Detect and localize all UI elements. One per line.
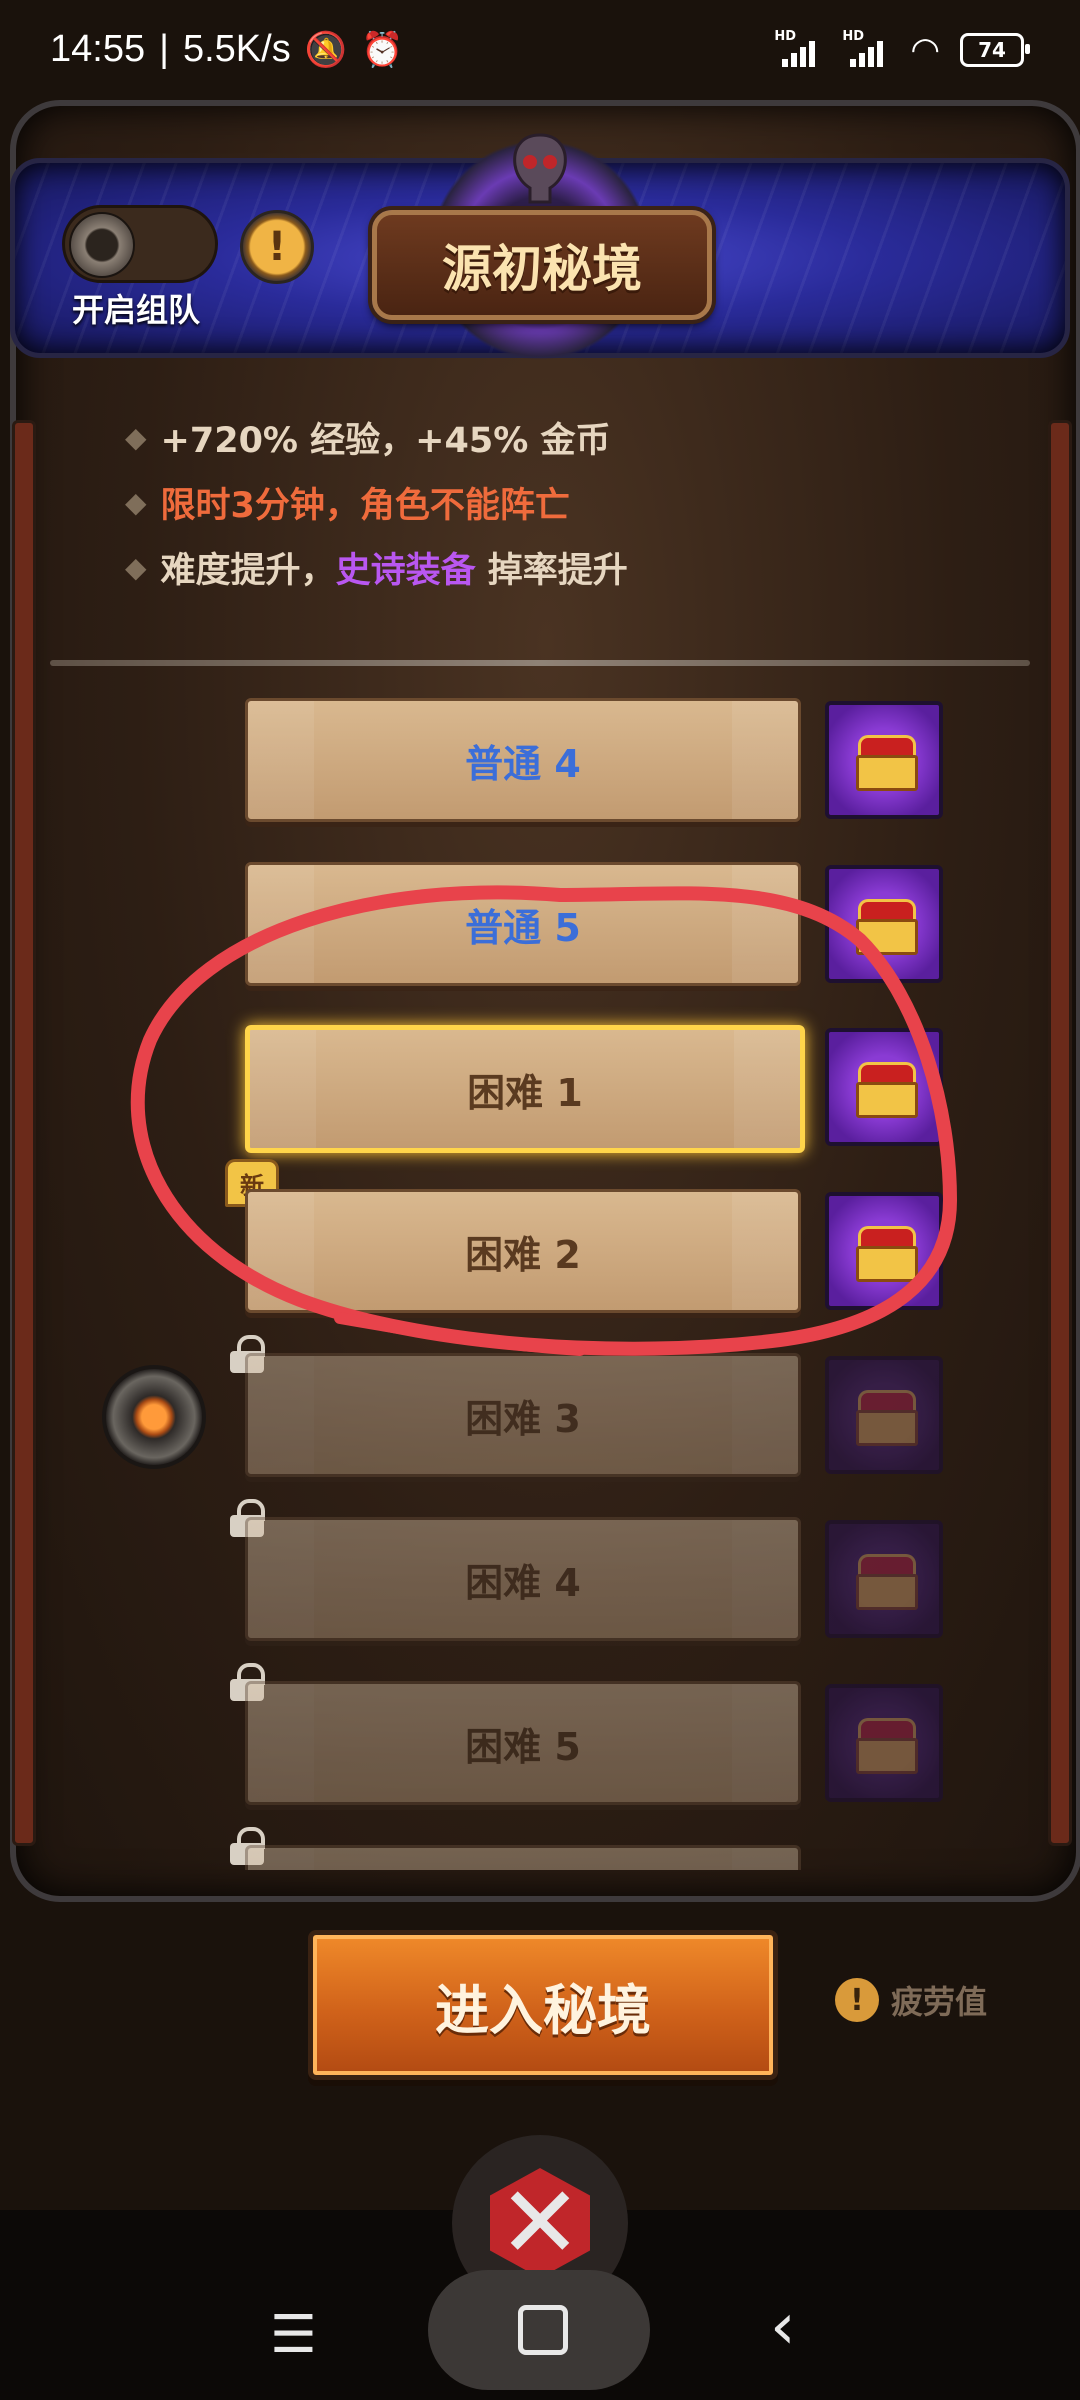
reward-chest-button[interactable] bbox=[825, 1684, 943, 1802]
stage-button-partial[interactable] bbox=[245, 1845, 801, 1870]
team-toggle[interactable] bbox=[62, 205, 218, 283]
team-toggle-label: 开启组队 bbox=[72, 291, 201, 329]
info-button[interactable]: ! bbox=[240, 210, 314, 284]
chest-icon bbox=[856, 1554, 918, 1610]
battery-icon: 74 bbox=[960, 33, 1030, 67]
net-speed: 5.5K/s bbox=[182, 28, 291, 70]
chest-icon bbox=[856, 735, 918, 791]
silent-bell-icon: 🔕 bbox=[304, 30, 348, 69]
stage-button-hard-3[interactable]: 困难 3 bbox=[245, 1353, 801, 1477]
right-border-strip bbox=[1048, 420, 1072, 1846]
reward-chest-button[interactable] bbox=[825, 865, 943, 983]
reward-chest-button[interactable] bbox=[825, 701, 943, 819]
reward-chest-button[interactable] bbox=[825, 1356, 943, 1474]
menu-icon[interactable]: ☰ bbox=[270, 2305, 317, 2365]
current-progress-marker-icon bbox=[102, 1365, 206, 1469]
signal-icon: HD bbox=[774, 29, 822, 67]
exclamation-icon: ! bbox=[267, 224, 287, 270]
diamond-bullet-icon: ◆ bbox=[125, 486, 147, 519]
chest-icon bbox=[856, 1390, 918, 1446]
stage-button-hard-4[interactable]: 困难 4 bbox=[245, 1517, 801, 1641]
left-border-strip bbox=[12, 420, 36, 1846]
chest-icon bbox=[856, 899, 918, 955]
diamond-bullet-icon: ◆ bbox=[125, 551, 147, 584]
bonus-line-time-limit: ◆ 限时3分钟，角色不能阵亡 bbox=[125, 486, 570, 526]
stage-list[interactable]: 普通 4 普通 5 困难 1 新 困难 2 困难 3 困难 4 困难 5 bbox=[40, 675, 1040, 1870]
bonus-line-drop: ◆ 难度提升，史诗装备 掉率提升 bbox=[125, 551, 628, 591]
chest-icon bbox=[856, 1062, 918, 1118]
reward-chest-button[interactable] bbox=[825, 1192, 943, 1310]
status-bar: 14:55 | 5.5K/s 🔕 ⏰ HD HD ◠ 74 bbox=[0, 0, 1080, 105]
enter-dungeon-button[interactable]: 进入秘境 bbox=[308, 1930, 778, 2080]
stage-button-normal-5[interactable]: 普通 5 bbox=[245, 862, 801, 986]
chest-icon bbox=[856, 1226, 918, 1282]
diamond-bullet-icon: ◆ bbox=[125, 421, 147, 454]
page-title: 源初秘境 bbox=[372, 210, 712, 320]
fatigue-label: 疲劳值 bbox=[891, 1983, 988, 2021]
signal-icon-2: HD bbox=[842, 29, 890, 67]
stage-button-hard-1[interactable]: 困难 1 bbox=[245, 1025, 805, 1153]
stage-button-hard-2[interactable]: 困难 2 bbox=[245, 1189, 801, 1313]
divider bbox=[50, 660, 1030, 666]
chest-icon bbox=[856, 1718, 918, 1774]
clock: 14:55 bbox=[50, 28, 146, 70]
reward-chest-button[interactable] bbox=[825, 1520, 943, 1638]
bonus-line-exp: ◆ +720% 经验，+45% 金币 bbox=[125, 421, 611, 461]
stage-button-normal-4[interactable]: 普通 4 bbox=[245, 698, 801, 822]
exclamation-icon: ! bbox=[835, 1978, 879, 2022]
back-icon[interactable]: ‹ bbox=[770, 2290, 796, 2364]
toggle-knob bbox=[69, 212, 135, 278]
wifi-icon: ◠ bbox=[910, 30, 940, 70]
system-nav-bar: ☰ ‹ bbox=[0, 2260, 1080, 2400]
alarm-icon: ⏰ bbox=[361, 30, 404, 69]
skull-icon bbox=[513, 133, 567, 204]
fatigue-info[interactable]: ! 疲劳值 bbox=[835, 1977, 987, 2023]
home-icon[interactable] bbox=[518, 2305, 568, 2355]
reward-chest-button[interactable] bbox=[825, 1028, 943, 1146]
stage-button-hard-5[interactable]: 困难 5 bbox=[245, 1681, 801, 1805]
